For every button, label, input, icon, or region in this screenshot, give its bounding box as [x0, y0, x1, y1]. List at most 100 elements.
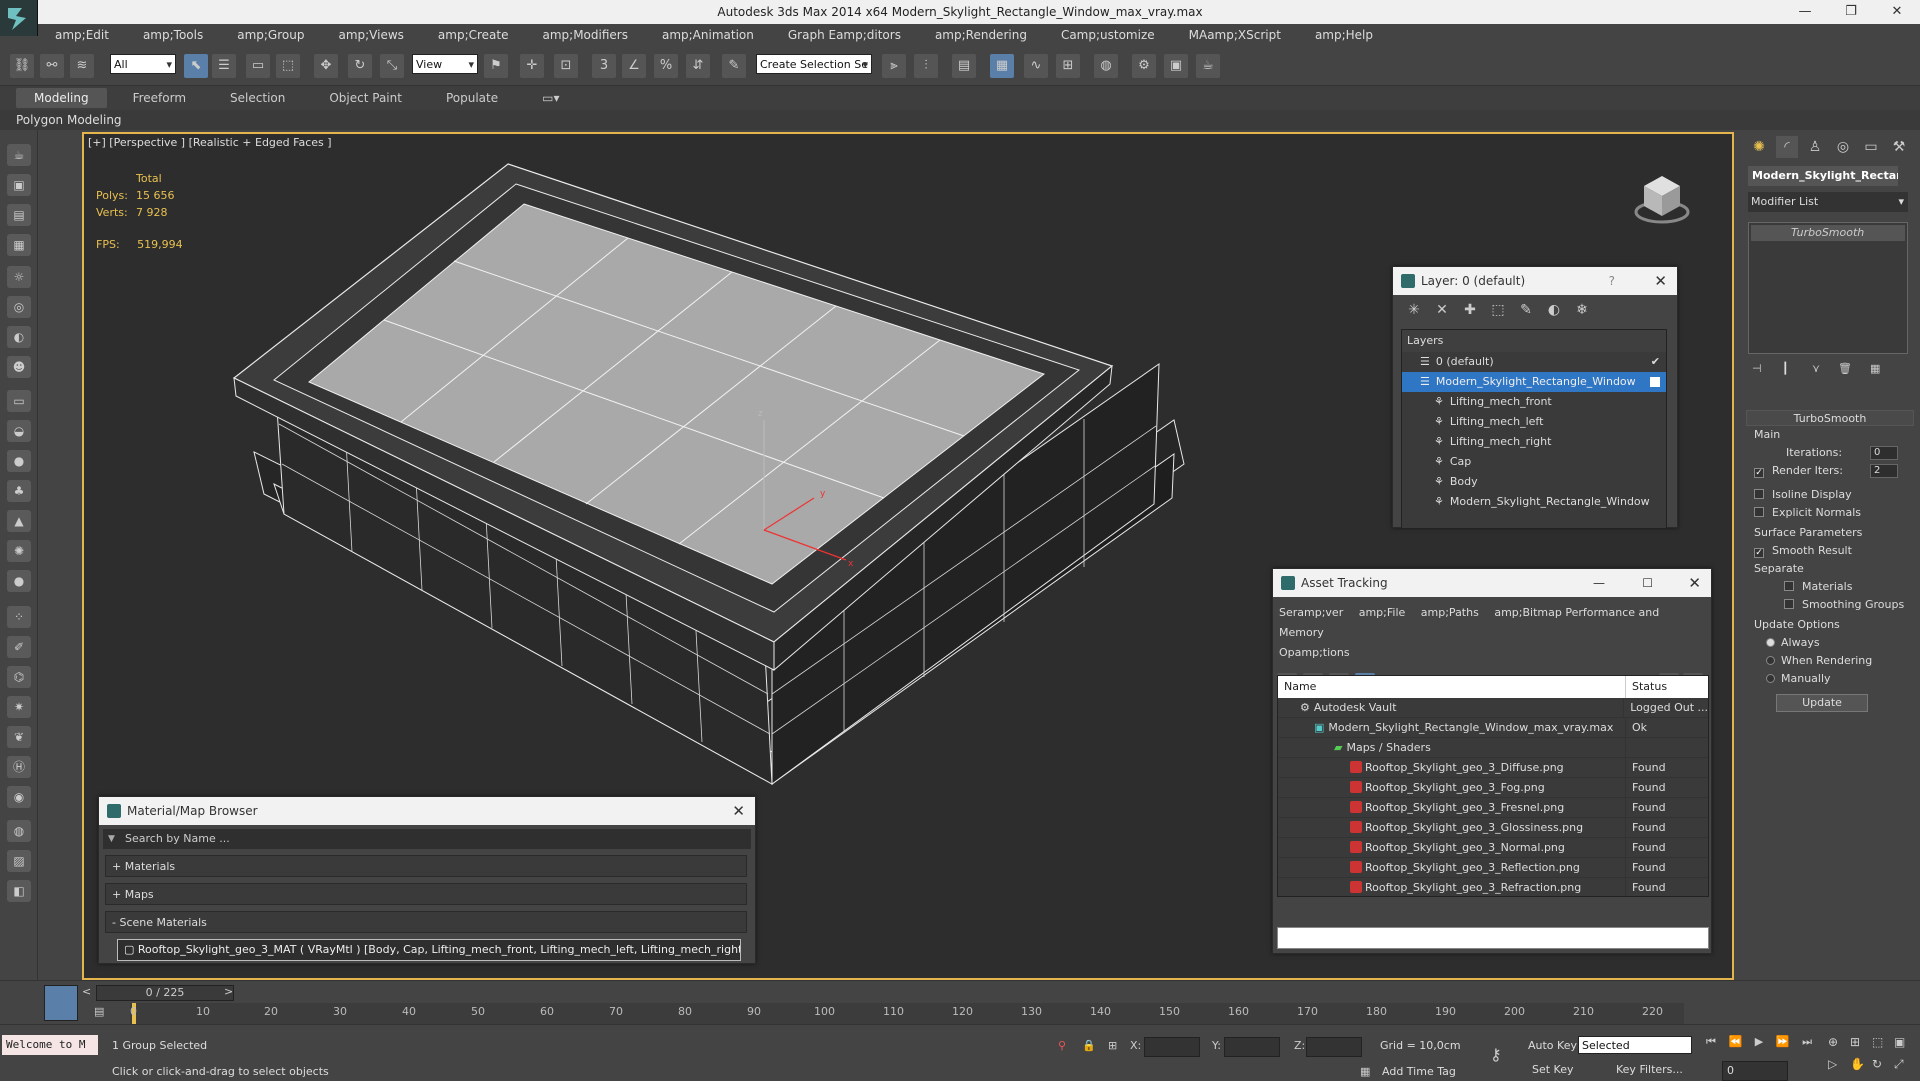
- layer-row-selected[interactable]: ☰ Modern_Skylight_Rectangle_Window: [1402, 372, 1666, 392]
- world-icon[interactable]: ✷: [7, 696, 31, 718]
- scene-materials-section[interactable]: - Scene Materials: [105, 911, 747, 933]
- select-by-name-icon[interactable]: ☰: [212, 54, 236, 78]
- helper-icon[interactable]: ◐: [7, 326, 31, 348]
- layer-manager-icon[interactable]: ▤: [952, 54, 976, 78]
- play-icon[interactable]: ▶: [1755, 1035, 1763, 1055]
- unlink-icon[interactable]: ⚯: [40, 54, 64, 78]
- current-frame-field[interactable]: 0: [1722, 1061, 1788, 1081]
- search-input[interactable]: Search by Name ...: [103, 829, 751, 849]
- render-frame-icon[interactable]: ▨: [7, 850, 31, 872]
- menu-modifiers[interactable]: amp;Modifiers: [525, 28, 644, 42]
- highlight-layer-icon[interactable]: ✎: [1517, 301, 1535, 319]
- menu-group[interactable]: amp;Group: [220, 28, 321, 42]
- object-name-field[interactable]: Modern_Skylight_Rectan: [1748, 166, 1898, 186]
- align-icon[interactable]: ⫶: [914, 54, 938, 78]
- utilities-tab-icon[interactable]: ⚒: [1888, 136, 1910, 158]
- show-end-result-icon[interactable]: ┃: [1782, 362, 1789, 375]
- y-coordinate-field[interactable]: [1224, 1037, 1280, 1057]
- menu-maxscript[interactable]: MAamp;XScript: [1172, 28, 1298, 42]
- layer-row[interactable]: ☰ 0 (default) ✔: [1402, 352, 1666, 372]
- table-row[interactable]: Rooftop_Skylight_geo_3_Glossiness.png Fou…: [1278, 818, 1708, 838]
- cone-icon[interactable]: ▲: [7, 510, 31, 532]
- hide-all-icon[interactable]: ◐: [1545, 301, 1563, 319]
- create-tab-icon[interactable]: ✺: [1748, 136, 1770, 158]
- select-object-icon[interactable]: ⬉: [184, 54, 208, 78]
- minimize-icon[interactable]: —: [1593, 569, 1605, 597]
- teapot-icon[interactable]: ☕: [7, 144, 31, 166]
- move-icon[interactable]: ✥: [314, 54, 338, 78]
- sun-icon[interactable]: ✺: [7, 540, 31, 562]
- menu-paths[interactable]: amp;Paths: [1421, 606, 1479, 619]
- table-row[interactable]: ▰ Maps / Shaders: [1278, 738, 1708, 758]
- snaps-toggle-icon[interactable]: 3: [592, 54, 616, 78]
- manually-radio[interactable]: [1766, 674, 1775, 683]
- sphere-icon[interactable]: ◒: [7, 420, 31, 442]
- curve-editor-icon[interactable]: ∿: [1024, 54, 1048, 78]
- close-icon[interactable]: ✕: [1688, 569, 1701, 597]
- render-production-icon[interactable]: ☕: [1196, 54, 1220, 78]
- table-row[interactable]: ▣ Modern_Skylight_Rectangle_Window_max_vr…: [1278, 718, 1708, 738]
- zoom-all-icon[interactable]: ⊞: [1850, 1035, 1860, 1049]
- asset-dialog-header[interactable]: Asset Tracking — ☐ ✕: [1273, 569, 1711, 597]
- update-button[interactable]: Update: [1776, 694, 1868, 712]
- table-row[interactable]: Rooftop_Skylight_geo_3_Normal.png Found: [1278, 838, 1708, 858]
- tab-selection[interactable]: Selection: [212, 88, 303, 108]
- add-to-layer-icon[interactable]: ✚: [1461, 301, 1479, 319]
- maps-section[interactable]: + Maps: [105, 883, 747, 905]
- maximize-viewport-icon[interactable]: ⤢: [1894, 1057, 1904, 1072]
- menu-help[interactable]: amp;Help: [1298, 28, 1390, 42]
- menu-create[interactable]: amp;Create: [421, 28, 526, 42]
- scale-icon[interactable]: ⤡: [380, 54, 404, 78]
- layer-dialog-header[interactable]: Layer: 0 (default) ? ✕: [1393, 267, 1677, 295]
- angle-snap-icon[interactable]: ∠: [622, 54, 646, 78]
- keyboard-shortcut-icon[interactable]: ⊡: [554, 54, 578, 78]
- menu-edit[interactable]: amp;Edit: [38, 28, 126, 42]
- motion-tab-icon[interactable]: ◎: [1832, 136, 1854, 158]
- render-icon[interactable]: ▣: [7, 174, 31, 196]
- next-frame-icon[interactable]: >: [224, 985, 233, 998]
- hair-icon[interactable]: Ⓗ: [7, 756, 31, 778]
- object-row[interactable]: ⚘ Modern_Skylight_Rectangle_Window: [1402, 492, 1666, 512]
- globe-icon[interactable]: ◍: [7, 820, 31, 842]
- ball-icon[interactable]: ●: [7, 450, 31, 472]
- previous-key-icon[interactable]: ⏪: [1728, 1035, 1742, 1055]
- col-status[interactable]: Status: [1626, 676, 1667, 698]
- time-slider[interactable]: 0 / 225: [96, 985, 234, 1001]
- isoline-checkbox[interactable]: [1754, 489, 1764, 499]
- time-tag-icon[interactable]: ▦: [1360, 1065, 1370, 1078]
- material-browser-header[interactable]: Material/Map Browser ✕: [99, 797, 755, 825]
- menu-file[interactable]: amp;File: [1359, 606, 1406, 619]
- track-bar[interactable]: 0 10 20 30 40 50 60 70 80 90 100 110 120…: [130, 1003, 1684, 1025]
- zoom-extents-icon[interactable]: ⬚: [1872, 1035, 1883, 1049]
- col-name[interactable]: Name: [1278, 676, 1626, 698]
- object-row[interactable]: ⚘ Lifting_mech_right: [1402, 432, 1666, 452]
- track-bar-icon[interactable]: ▤: [94, 1005, 104, 1018]
- rect-selection-icon[interactable]: ▭: [246, 54, 270, 78]
- configure-sets-icon[interactable]: ▦: [1870, 362, 1880, 375]
- menu-options[interactable]: Opamp;tions: [1279, 646, 1350, 659]
- delete-layer-icon[interactable]: ✕: [1433, 301, 1451, 319]
- mini-listener-button[interactable]: [44, 985, 78, 1021]
- menu-rendering[interactable]: amp;Rendering: [918, 28, 1044, 42]
- scene-explorer-icon[interactable]: ▤: [7, 204, 31, 226]
- render-iters-spinner[interactable]: 2: [1870, 464, 1898, 478]
- zoom-icon[interactable]: ⊕: [1828, 1035, 1838, 1049]
- materials-checkbox[interactable]: [1784, 581, 1794, 591]
- lock-icon[interactable]: 🔒: [1082, 1039, 1096, 1052]
- object-row[interactable]: ⚘ Cap: [1402, 452, 1666, 472]
- new-layer-icon[interactable]: ✳: [1405, 301, 1423, 319]
- key-icon[interactable]: ⚷: [1490, 1045, 1502, 1064]
- key-selection-dropdown[interactable]: Selected: [1578, 1036, 1692, 1054]
- mirror-icon[interactable]: ⫸: [882, 54, 906, 78]
- asset-path-field[interactable]: [1277, 927, 1709, 949]
- edit-named-sel-icon[interactable]: ✎: [722, 54, 746, 78]
- menu-graph-editors[interactable]: Graph Eamp;ditors: [771, 28, 918, 42]
- layers-icon[interactable]: ▦: [7, 234, 31, 256]
- restore-icon[interactable]: ❐: [1828, 0, 1874, 24]
- rollout-title[interactable]: TurboSmooth: [1746, 410, 1914, 426]
- explicit-normals-checkbox[interactable]: [1754, 507, 1764, 517]
- modifier-list-dropdown[interactable]: Modifier List: [1748, 192, 1908, 212]
- material-editor-icon[interactable]: ◍: [1094, 54, 1118, 78]
- plant-icon[interactable]: ♣: [7, 480, 31, 502]
- freeze-all-icon[interactable]: ❄: [1573, 301, 1591, 319]
